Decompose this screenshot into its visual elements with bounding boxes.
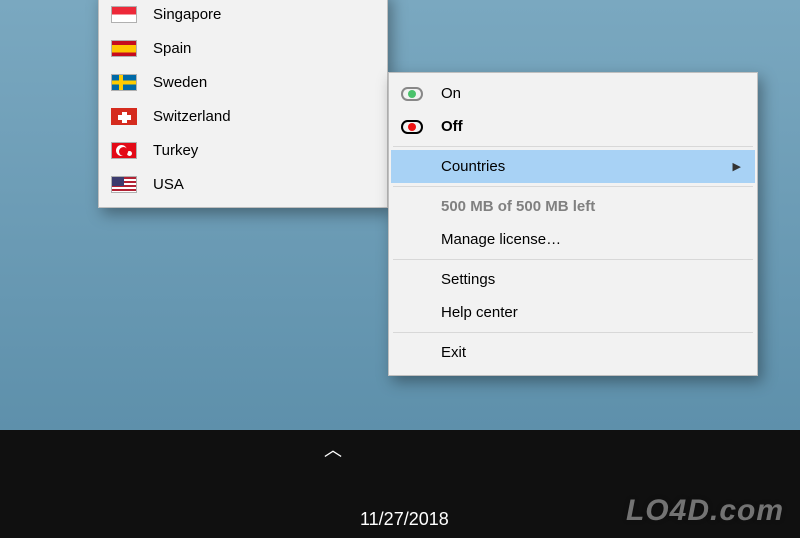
flag-usa-icon bbox=[111, 176, 153, 193]
country-label: Sweden bbox=[153, 74, 371, 91]
country-label: Singapore bbox=[153, 6, 371, 23]
flag-spain-icon bbox=[111, 40, 153, 57]
quota-label: 500 MB of 500 MB left bbox=[441, 198, 741, 215]
settings-label: Settings bbox=[441, 271, 741, 288]
menu-separator bbox=[393, 186, 753, 187]
chevron-right-icon: ▶ bbox=[733, 160, 741, 173]
vpn-on-item[interactable]: On bbox=[391, 77, 755, 110]
exit-label: Exit bbox=[441, 344, 741, 361]
quota-item: 500 MB of 500 MB left bbox=[391, 190, 755, 223]
settings-item[interactable]: Settings bbox=[391, 263, 755, 296]
flag-sweden-icon bbox=[111, 74, 153, 91]
flag-singapore-icon bbox=[111, 6, 153, 23]
countries-label: Countries bbox=[441, 158, 733, 175]
tray-menu: On Off Countries ▶ 500 MB of 500 MB left… bbox=[388, 72, 758, 376]
eye-off-icon bbox=[401, 120, 441, 134]
manage-license-label: Manage license… bbox=[441, 231, 741, 248]
taskbar-date[interactable]: 11/27/2018 bbox=[360, 509, 449, 530]
tray-chevron-up-icon[interactable]: ︿ bbox=[324, 436, 342, 462]
menu-separator bbox=[393, 332, 753, 333]
vpn-on-label: On bbox=[441, 85, 741, 102]
exit-item[interactable]: Exit bbox=[391, 336, 755, 369]
country-item[interactable]: Spain bbox=[101, 31, 385, 65]
manage-license-item[interactable]: Manage license… bbox=[391, 223, 755, 256]
country-item[interactable]: USA bbox=[101, 167, 385, 201]
help-center-label: Help center bbox=[441, 304, 741, 321]
country-label: Spain bbox=[153, 40, 371, 57]
country-label: Turkey bbox=[153, 142, 371, 159]
menu-separator bbox=[393, 146, 753, 147]
countries-submenu: Singapore Spain Sweden Switzerland Turke… bbox=[98, 0, 388, 208]
vpn-off-item[interactable]: Off bbox=[391, 110, 755, 143]
help-center-item[interactable]: Help center bbox=[391, 296, 755, 329]
menu-separator bbox=[393, 259, 753, 260]
eye-on-icon bbox=[401, 87, 441, 101]
country-item[interactable]: Sweden bbox=[101, 65, 385, 99]
country-label: USA bbox=[153, 176, 371, 193]
vpn-off-label: Off bbox=[441, 118, 741, 135]
country-item[interactable]: Turkey bbox=[101, 133, 385, 167]
country-item[interactable]: Switzerland bbox=[101, 99, 385, 133]
country-item[interactable]: Singapore bbox=[101, 0, 385, 31]
country-label: Switzerland bbox=[153, 108, 371, 125]
flag-turkey-icon bbox=[111, 142, 153, 159]
flag-switzerland-icon bbox=[111, 108, 153, 125]
countries-item[interactable]: Countries ▶ bbox=[391, 150, 755, 183]
